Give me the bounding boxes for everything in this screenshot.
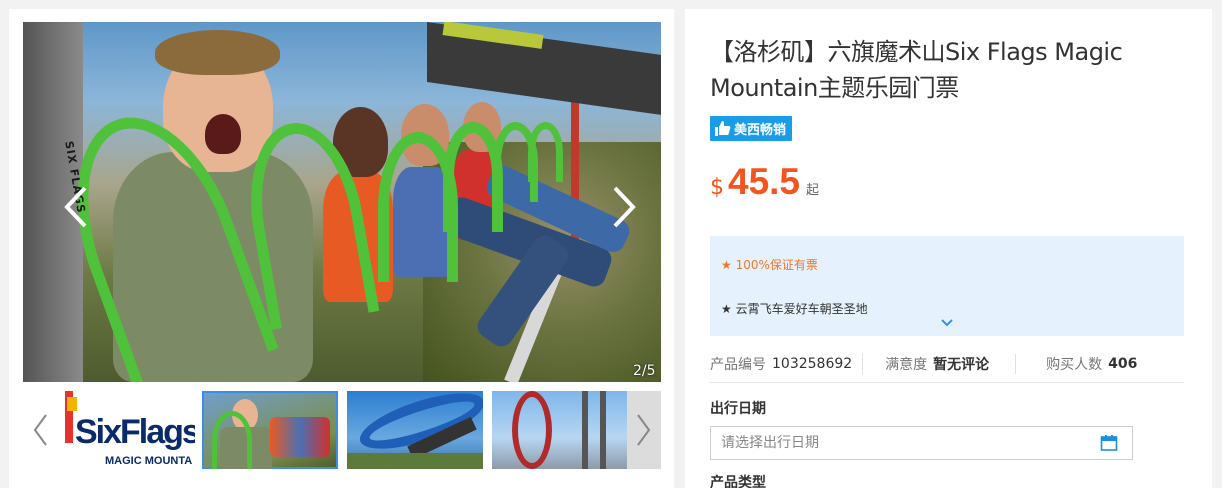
prev-photo-button[interactable] bbox=[57, 182, 97, 232]
thumb-trees bbox=[347, 453, 483, 469]
stat-label: 产品编号 bbox=[710, 356, 766, 373]
thumb-red-track bbox=[512, 391, 552, 469]
rider-mouth bbox=[205, 114, 241, 154]
stat-value: 406 bbox=[1108, 355, 1138, 372]
six-flags-logo: SixFlags bbox=[75, 413, 195, 451]
thumb-riders-row bbox=[270, 417, 330, 457]
product-type-label: 产品类型 bbox=[710, 475, 766, 488]
thumbnail-coaster-loop[interactable] bbox=[347, 391, 483, 469]
feature-box: ★ 100%保证有票 ★ 云霄飞车爱好车朝圣圣地 bbox=[710, 236, 1184, 336]
thumbnail-strip: SixFlags MAGIC MOUNTA bbox=[23, 391, 661, 469]
stat-label: 满意度 bbox=[885, 356, 928, 373]
thumbnail-prev-button[interactable] bbox=[23, 391, 57, 469]
main-photo[interactable]: SIX FLAGS 2/5 bbox=[23, 22, 661, 382]
stat-product-id: 产品编号 103258692 bbox=[710, 354, 852, 374]
travel-date-input[interactable] bbox=[721, 435, 1100, 451]
thumbnail-riders[interactable] bbox=[202, 391, 338, 469]
product-title: 【洛杉矶】六旗魔术山Six Flags Magic Mountain主题乐园门票 bbox=[710, 38, 1123, 102]
thumb-harness bbox=[212, 411, 252, 469]
price: $ 45.5 起 bbox=[710, 161, 819, 203]
travel-date-field[interactable] bbox=[710, 426, 1133, 460]
next-photo-button[interactable] bbox=[603, 182, 643, 232]
chevron-left-icon bbox=[64, 186, 87, 228]
stat-divider bbox=[1015, 353, 1017, 374]
calendar-icon[interactable] bbox=[1100, 434, 1118, 452]
chevron-down-icon[interactable] bbox=[940, 316, 954, 330]
gallery-panel: SIX FLAGS 2/5 SixFlags MAGIC MOUNTA bbox=[9, 9, 674, 488]
rider-hair bbox=[155, 30, 280, 75]
thumbnail-coaster-track[interactable] bbox=[492, 391, 628, 469]
thumbs-up-icon bbox=[715, 121, 731, 136]
stat-divider bbox=[862, 353, 864, 374]
feature-item: ★ 云霄飞车爱好车朝圣圣地 bbox=[721, 302, 868, 316]
feature-item: ★ 100%保证有票 bbox=[721, 258, 818, 272]
thumbnail-logo[interactable]: SixFlags MAGIC MOUNTA bbox=[59, 391, 195, 469]
price-currency: $ bbox=[710, 175, 724, 200]
harness-bar bbox=[528, 122, 563, 182]
product-info-panel: 【洛杉矶】六旗魔术山Six Flags Magic Mountain主题乐园门票… bbox=[685, 9, 1212, 488]
stat-buyers: 购买人数 406 bbox=[1046, 354, 1137, 374]
thumbnail-next-button[interactable] bbox=[627, 391, 661, 469]
chevron-left-icon bbox=[33, 414, 47, 446]
chevron-right-icon bbox=[637, 414, 651, 446]
badge-label: 美西畅销 bbox=[734, 123, 787, 138]
product-stats: 产品编号 103258692 满意度 暂无评论 购买人数 406 bbox=[710, 345, 1184, 383]
travel-date-label: 出行日期 bbox=[710, 401, 766, 417]
price-suffix: 起 bbox=[806, 183, 820, 198]
stat-value: 暂无评论 bbox=[933, 356, 990, 373]
photo-counter: 2/5 bbox=[633, 363, 656, 379]
thumb-support bbox=[600, 391, 606, 469]
six-flags-logo-subtitle: MAGIC MOUNTA bbox=[105, 455, 193, 467]
bestseller-badge: 美西畅销 bbox=[710, 116, 793, 141]
stat-value: 103258692 bbox=[772, 355, 853, 372]
thumb-support bbox=[582, 391, 588, 469]
chevron-right-icon bbox=[613, 186, 636, 228]
six-flags-logo-flag bbox=[67, 397, 77, 411]
stat-label: 购买人数 bbox=[1046, 356, 1103, 373]
stat-satisfaction: 满意度 暂无评论 bbox=[885, 354, 989, 374]
price-value: 45.5 bbox=[728, 161, 801, 202]
